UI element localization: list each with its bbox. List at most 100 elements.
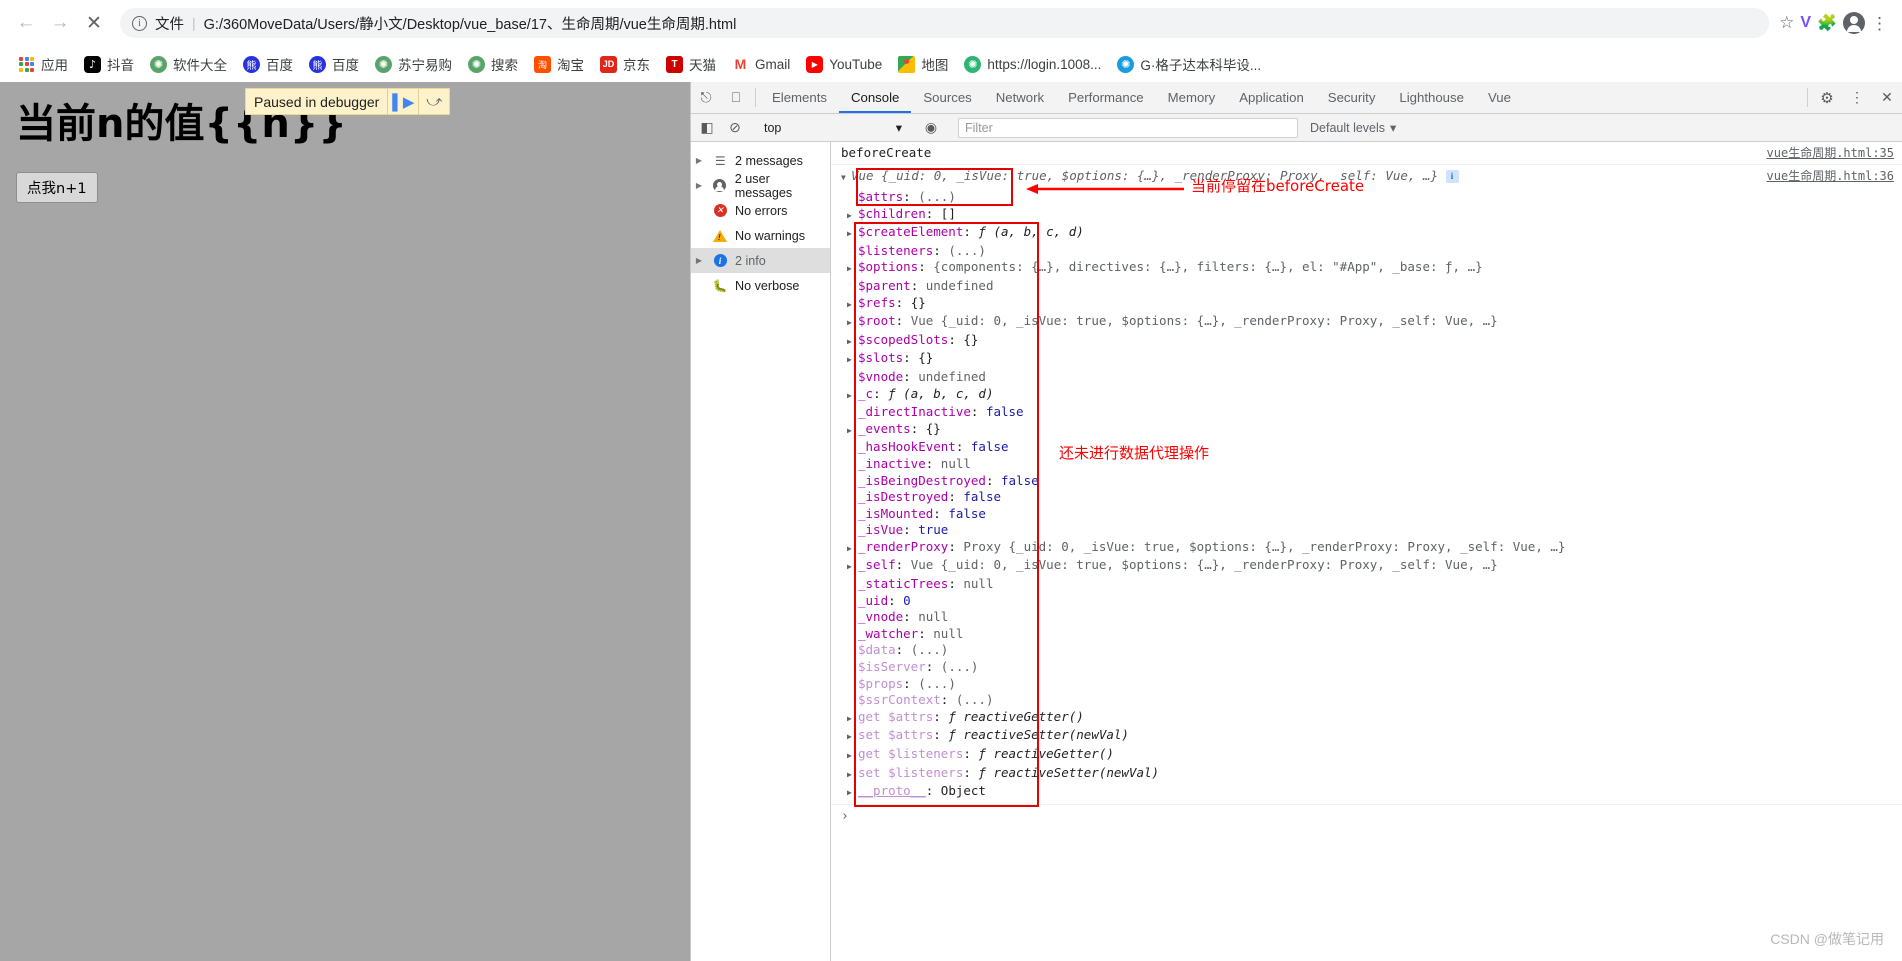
bookmark-maps[interactable]: 地图 <box>890 51 956 77</box>
expand-triangle-icon[interactable]: ▶ <box>847 315 857 332</box>
chrome-menu-icon[interactable]: ⋮ <box>1871 15 1888 32</box>
expand-triangle-icon[interactable]: ▶ <box>847 559 857 576</box>
expand-triangle-icon[interactable]: ▶ <box>847 297 857 314</box>
object-property-row[interactable]: ▶ set $listeners: ƒ reactiveSetter(newVal… <box>847 765 1894 784</box>
extensions-puzzle-icon[interactable]: 🧩 <box>1817 13 1837 33</box>
expand-triangle-icon[interactable]: ▶ <box>847 261 857 278</box>
sidebar-item-errors[interactable]: ✕ No errors <box>691 198 830 223</box>
object-property-row[interactable]: _isBeingDestroyed: false <box>847 473 1894 490</box>
log-levels-select[interactable]: Default levels ▾ <box>1302 120 1404 136</box>
bookmark-tmall[interactable]: T 天猫 <box>658 51 724 77</box>
bookmark-suning[interactable]: ✺ 苏宁易购 <box>367 51 460 77</box>
bookmark-youtube[interactable]: ▶ YouTube <box>798 53 890 76</box>
object-property-row[interactable]: $ssrContext: (...) <box>847 692 1894 709</box>
object-property-row[interactable]: ▶ __proto__: Object <box>847 783 1894 802</box>
forward-button[interactable]: → <box>44 7 76 39</box>
devtools-more-icon[interactable]: ⋮ <box>1842 82 1872 113</box>
object-property-row[interactable]: ▶ $createElement: ƒ (a, b, c, d) <box>847 224 1894 243</box>
chevron-right-icon[interactable]: ▶ <box>693 256 705 265</box>
tab-lighthouse[interactable]: Lighthouse <box>1387 82 1476 113</box>
bookmark-taobao[interactable]: 淘 淘宝 <box>526 51 592 77</box>
bookmark-gezida[interactable]: ✺ G·格子达本科毕设... <box>1109 51 1269 77</box>
extension-v-icon[interactable]: V <box>1800 14 1811 32</box>
object-property-row[interactable]: _directInactive: false <box>847 404 1894 421</box>
expand-triangle-icon[interactable]: ▶ <box>847 352 857 369</box>
settings-gear-icon[interactable]: ⚙ <box>1812 82 1842 113</box>
bookmark-jd[interactable]: JD 京东 <box>592 51 658 77</box>
object-property-row[interactable]: $vnode: undefined <box>847 369 1894 386</box>
resume-script-icon[interactable]: ▌▶ <box>388 93 418 111</box>
object-property-row[interactable]: _isDestroyed: false <box>847 489 1894 506</box>
object-property-row[interactable]: _isMounted: false <box>847 506 1894 523</box>
object-property-row[interactable]: ▶ get $listeners: ƒ reactiveGetter() <box>847 746 1894 765</box>
bookmark-search[interactable]: ✺ 搜索 <box>460 51 526 77</box>
console-message-beforecreate[interactable]: beforeCreate vue生命周期.html:35 <box>831 142 1902 165</box>
chevron-right-icon[interactable]: ▶ <box>693 156 705 165</box>
expand-triangle-icon[interactable]: ▶ <box>847 711 857 728</box>
tab-security[interactable]: Security <box>1316 82 1388 113</box>
tab-memory[interactable]: Memory <box>1156 82 1228 113</box>
bookmark-software[interactable]: ✺ 软件大全 <box>142 51 235 77</box>
sidebar-item-info[interactable]: ▶ i 2 info <box>691 248 830 273</box>
object-property-row[interactable]: _inactive: null <box>847 456 1894 473</box>
info-badge-icon[interactable]: i <box>1445 170 1459 183</box>
execution-context-select[interactable]: top ▾ <box>758 118 908 138</box>
tab-console[interactable]: Console <box>839 82 911 113</box>
sidebar-item-user-messages[interactable]: ▶ 2 user messages <box>691 172 830 200</box>
object-property-row[interactable]: ▶ _events: {} <box>847 421 1894 440</box>
bookmark-gmail[interactable]: M Gmail <box>724 53 798 76</box>
back-button[interactable]: ← <box>10 7 42 39</box>
expand-triangle-icon[interactable]: ▼ <box>841 170 851 186</box>
bookmark-baidu-2[interactable]: 熊 百度 <box>301 51 367 77</box>
expand-triangle-icon[interactable]: ▶ <box>847 748 857 765</box>
address-bar[interactable]: i 文件 | G:/360MoveData/Users/静小文/Desktop/… <box>120 8 1770 38</box>
object-property-row[interactable]: _hasHookEvent: false <box>847 439 1894 456</box>
profile-avatar-icon[interactable] <box>1843 12 1865 34</box>
expand-triangle-icon[interactable]: ▶ <box>847 388 857 405</box>
tab-sources[interactable]: Sources <box>911 82 983 113</box>
object-property-row[interactable]: ▶ $options: {components: {…}, directives:… <box>847 259 1894 278</box>
sidebar-item-warnings[interactable]: No warnings <box>691 223 830 248</box>
step-over-icon[interactable]: ⤻ <box>419 93 449 110</box>
tab-vue[interactable]: Vue <box>1476 82 1523 113</box>
stop-button[interactable]: ✕ <box>78 7 110 39</box>
expand-triangle-icon[interactable]: ▶ <box>847 334 857 351</box>
object-property-row[interactable]: ▶ $scopedSlots: {} <box>847 332 1894 351</box>
object-property-row[interactable]: ▶ _renderProxy: Proxy {_uid: 0, _isVue: t… <box>847 539 1894 558</box>
expand-triangle-icon[interactable]: ▶ <box>847 541 857 558</box>
console-messages[interactable]: beforeCreate vue生命周期.html:35 ▼ Vue {_uid:… <box>831 142 1902 961</box>
tab-network[interactable]: Network <box>984 82 1056 113</box>
expand-triangle-icon[interactable]: ▶ <box>847 767 857 784</box>
increment-button[interactable]: 点我n+1 <box>16 172 98 203</box>
object-property-row[interactable]: _vnode: null <box>847 609 1894 626</box>
object-property-row[interactable]: $attrs: (...) <box>847 189 1894 206</box>
object-property-row[interactable]: $listeners: (...) <box>847 243 1894 260</box>
tab-application[interactable]: Application <box>1227 82 1316 113</box>
bookmark-baidu-1[interactable]: 熊 百度 <box>235 51 301 77</box>
object-property-row[interactable]: ▶ _c: ƒ (a, b, c, d) <box>847 386 1894 405</box>
bookmark-login[interactable]: ✺ https://login.1008... <box>956 53 1109 76</box>
devtools-close-icon[interactable]: ✕ <box>1872 82 1902 113</box>
clear-console-icon[interactable]: ⊘ <box>721 119 749 136</box>
expand-triangle-icon[interactable]: ▶ <box>847 423 857 440</box>
source-link[interactable]: vue生命周期.html:35 <box>1767 145 1894 161</box>
device-toolbar-icon[interactable]: ⎕ <box>721 82 751 113</box>
console-sidebar-toggle-icon[interactable]: ◧ <box>693 119 721 136</box>
object-property-row[interactable]: ▶ $children: [] <box>847 206 1894 225</box>
object-property-row[interactable]: $parent: undefined <box>847 278 1894 295</box>
chevron-right-icon[interactable]: ▶ <box>693 181 705 190</box>
object-property-row[interactable]: ▶ _self: Vue {_uid: 0, _isVue: true, $opt… <box>847 557 1894 576</box>
tab-elements[interactable]: Elements <box>760 82 839 113</box>
live-expression-eye-icon[interactable]: ◉ <box>917 119 945 136</box>
tab-performance[interactable]: Performance <box>1056 82 1156 113</box>
object-property-row[interactable]: _watcher: null <box>847 626 1894 643</box>
sidebar-item-messages[interactable]: ▶ ☰ 2 messages <box>691 148 830 173</box>
bookmark-apps[interactable]: 应用 <box>10 51 76 77</box>
bookmark-star-icon[interactable]: ☆ <box>1779 13 1794 33</box>
object-property-row[interactable]: _staticTrees: null <box>847 576 1894 593</box>
bookmark-douyin[interactable]: ♪ 抖音 <box>76 51 142 77</box>
object-property-row[interactable]: ▶ $refs: {} <box>847 295 1894 314</box>
source-link[interactable]: vue生命周期.html:36 <box>1767 168 1894 184</box>
expand-triangle-icon[interactable]: ▶ <box>847 208 857 225</box>
inspect-element-icon[interactable]: ⎋ <box>691 82 721 113</box>
